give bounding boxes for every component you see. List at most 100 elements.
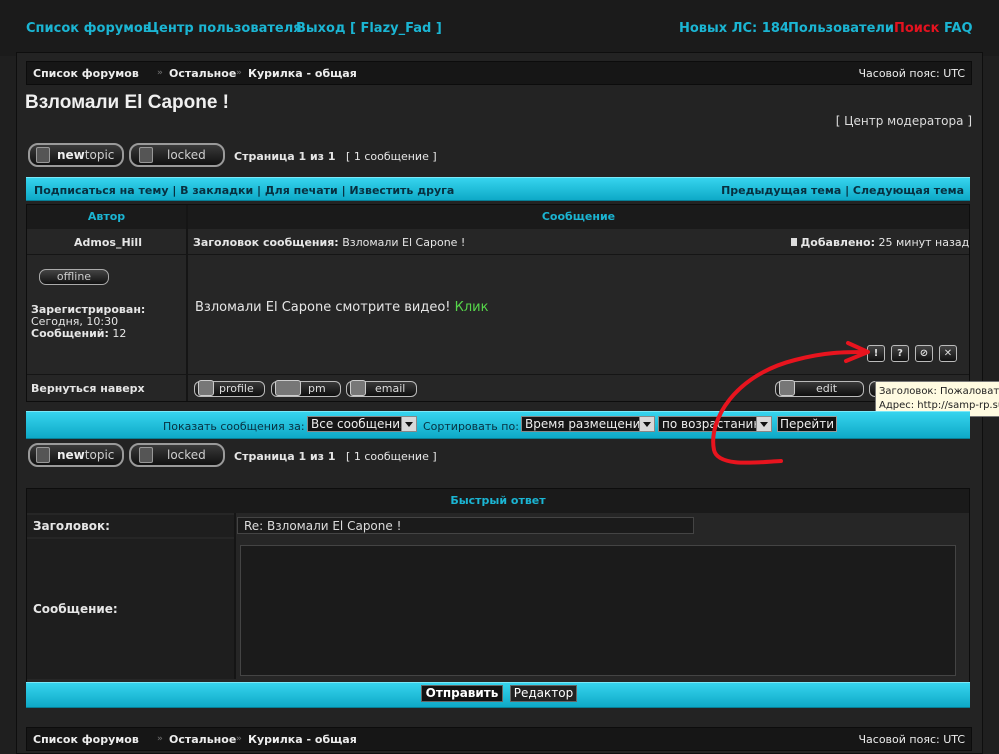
topic-actions[interactable]: Подписаться на тему | В закладки | Для п… [34,184,454,197]
posts-label: Сообщений: [31,327,109,340]
pagination: Страница 1 из 1 [ 1 сообщение ] [234,150,437,163]
back-to-top-link[interactable]: Вернуться наверх [31,382,145,395]
quick-reply-header: Быстрый ответ [27,489,969,513]
chevron-down-icon [639,417,654,431]
show-posts-label: Показать сообщения за: [163,420,305,433]
report-icon[interactable]: ! [867,345,885,362]
pm-label: pm [308,382,326,395]
message-textarea[interactable] [240,545,956,676]
new-topic-button-bottom[interactable]: newtopic [28,443,124,467]
column-author: Автор [27,205,186,229]
breadcrumb-separator: » [157,68,163,78]
profile-button[interactable]: profile [194,380,265,397]
breadcrumb-separator: » [236,68,242,78]
breadcrumb-separator: » [236,734,242,744]
nav-faq[interactable]: FAQ [944,21,973,36]
nav-forum-list[interactable]: Список форумов [26,21,151,36]
pagination-bottom: Страница 1 из 1 [ 1 сообщение ] [234,450,437,463]
new-topic-label-strong: new [57,148,85,162]
author-registered: Зарегистрирован: Сегодня, 10:30 Сообщени… [31,304,145,340]
quick-reply-title: Быстрый ответ [450,494,546,507]
pm-button[interactable]: pm [271,380,341,397]
email-icon [350,380,366,396]
breadcrumb-item-forums[interactable]: Список форумов [33,67,139,80]
sort-by-select[interactable]: Время размещения [521,416,655,432]
subject-input[interactable]: Re: Взломали El Capone ! [237,517,694,534]
new-topic-icon [36,147,50,163]
posts-value: 12 [112,327,127,340]
edit-label: edit [816,382,838,395]
nav-search[interactable]: Поиск [894,21,939,36]
breadcrumb-item-smoking-room[interactable]: Курилка - общая [248,733,357,746]
pm-icon [275,380,301,396]
submit-button[interactable]: Отправить [421,685,503,702]
post-body-text: Взломали El Capone смотрите видео! [195,300,451,315]
profile-label: profile [219,382,254,395]
info-icon[interactable]: ? [891,345,909,362]
tooltip-line-1: Заголовок: Пожаловаться [879,386,999,397]
breadcrumb-bottom: Список форумов » Остальное » Курилка - о… [26,727,972,751]
moderator-panel-link[interactable]: [ Центр модератора ] [836,114,972,128]
post-subject-text: Взломали El Capone ! [342,236,466,249]
lock-icon [139,447,153,463]
breadcrumb-item-smoking-room[interactable]: Курилка - общая [248,67,357,80]
nav-new-pm[interactable]: Новых ЛС: 184 [679,21,789,36]
breadcrumb-item-other[interactable]: Остальное [169,733,236,746]
post-table: Автор Сообщение [26,204,970,402]
breadcrumb: Список форумов » Остальное » Курилка - о… [26,61,972,85]
nav-members[interactable]: Пользователи [788,21,894,36]
delete-icon[interactable]: ✕ [939,345,957,362]
nav-user-panel[interactable]: Центр пользователя [147,21,302,36]
new-topic-icon [36,447,50,463]
locked-button-bottom[interactable]: locked [129,443,225,467]
breadcrumb-item-forums[interactable]: Список форумов [33,733,139,746]
lock-icon [139,147,153,163]
column-divider [234,513,236,679]
column-message: Сообщение [188,205,969,229]
post-author[interactable]: Admos_Hill [74,236,142,249]
pagination-count: [ 1 сообщение ] [346,450,437,463]
online-status-badge: offline [39,269,109,285]
post-icon[interactable] [791,238,797,246]
chevron-down-icon [401,417,416,431]
row-divider [27,374,969,375]
chevron-down-icon [756,417,771,431]
subject-label: Заголовок: [33,519,110,533]
page-title: Взломали El Capone ! [25,92,229,113]
post-subject-label: Заголовок сообщения: [193,236,339,249]
profile-icon [198,380,214,396]
locked-label: locked [167,148,206,162]
edit-button[interactable]: edit [775,380,864,397]
column-author-label: Автор [87,210,126,223]
email-label: email [375,382,406,395]
editor-button[interactable]: Редактор [510,685,577,702]
post-date-label: Добавлено: [800,236,876,249]
row-divider [27,254,969,255]
new-topic-label: topic [84,448,115,462]
email-button[interactable]: email [346,380,417,397]
nav-logout[interactable]: Выход [ Flazy_Fad ] [296,21,442,36]
post-date: Добавлено: 25 минут назад [791,236,969,249]
topic-nav-links[interactable]: Предыдущая тема | Следующая тема [721,184,964,197]
show-posts-select[interactable]: Все сообщения [307,416,417,432]
new-topic-button[interactable]: newtopic [28,143,124,167]
topic-actions-bar: Подписаться на тему | В закладки | Для п… [26,177,970,201]
post-body-link[interactable]: Клик [455,300,489,315]
show-posts-value: Все сообщения [311,417,408,431]
post-subject: Заголовок сообщения: Взломали El Capone … [193,236,465,249]
breadcrumb-item-other[interactable]: Остальное [169,67,236,80]
go-button[interactable]: Перейти [777,416,837,432]
timezone-label: Часовой пояс: UTC [858,67,965,80]
column-divider [186,205,188,401]
timezone-label: Часовой пояс: UTC [858,733,965,746]
sort-by-label: Сортировать по: [423,420,519,433]
sort-by-value: Время размещения [525,417,648,431]
edit-icon [779,380,795,396]
pagination-pages: Страница 1 из 1 [234,150,336,163]
warn-icon[interactable]: ⊘ [915,345,933,362]
post-date-value: 25 минут назад [878,236,970,249]
locked-button[interactable]: locked [129,143,225,167]
sort-order-value: по возрастанию [662,417,764,431]
new-topic-label: topic [84,148,115,162]
sort-order-select[interactable]: по возрастанию [658,416,772,432]
